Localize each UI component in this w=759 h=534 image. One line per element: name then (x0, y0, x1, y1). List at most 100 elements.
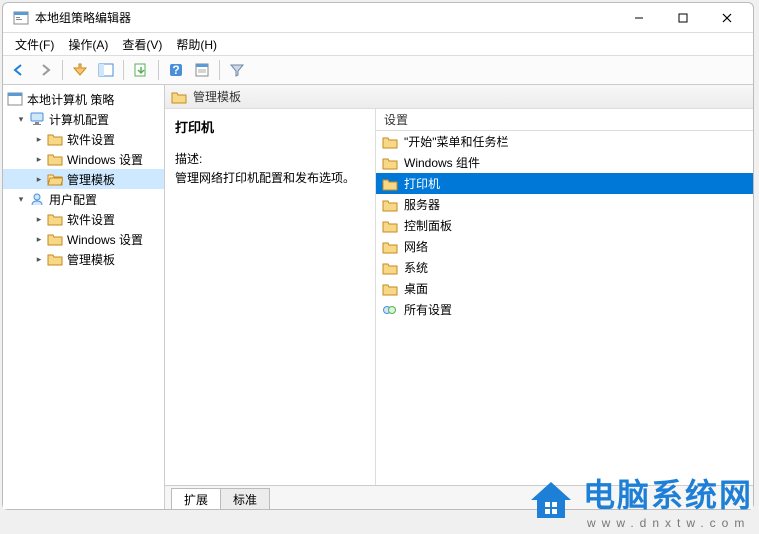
tree-label: 管理模板 (67, 171, 115, 188)
folder-icon (382, 177, 398, 191)
expand-icon[interactable]: ▸ (33, 213, 45, 225)
show-hide-tree-button[interactable] (94, 58, 118, 82)
list-item[interactable]: 打印机 (376, 173, 753, 194)
tree-user-software[interactable]: ▸ 软件设置 (3, 209, 164, 229)
tree-panel[interactable]: 本地计算机 策略 ▾ 计算机配置 ▸ 软件设置 ▸ Windows 设置 ▸ 管… (3, 85, 165, 509)
settings-list[interactable]: "开始"菜单和任务栏 Windows 组件打印机服务器控制面板网络系统桌面所有设置 (376, 131, 753, 485)
list-item-label: 打印机 (404, 175, 440, 192)
watermark-url: www.dnxtw.com (587, 516, 750, 530)
list-item[interactable]: 网络 (376, 236, 753, 257)
collapse-icon[interactable]: ▾ (15, 193, 27, 205)
menu-view[interactable]: 查看(V) (116, 34, 168, 55)
expand-icon[interactable]: ▸ (33, 153, 45, 165)
toolbar-separator (158, 60, 159, 80)
tree-label: 计算机配置 (49, 111, 109, 128)
detail-header-title: 管理模板 (193, 88, 241, 105)
svg-text:?: ? (172, 63, 179, 77)
tree-root[interactable]: 本地计算机 策略 (3, 89, 164, 109)
collapse-icon[interactable]: ▾ (15, 113, 27, 125)
minimize-button[interactable] (617, 4, 661, 32)
list-item-label: 网络 (404, 238, 428, 255)
toolbar-separator (123, 60, 124, 80)
folder-icon (47, 132, 63, 146)
menu-help[interactable]: 帮助(H) (170, 34, 223, 55)
column-header-setting[interactable]: 设置 (376, 109, 753, 131)
back-button[interactable] (7, 58, 31, 82)
bottom-tabs: 扩展 标准 (165, 485, 753, 509)
list-item[interactable]: 桌面 (376, 278, 753, 299)
detail-list-pane: 设置 "开始"菜单和任务栏 Windows 组件打印机服务器控制面板网络系统桌面所… (375, 109, 753, 485)
detail-description-pane: 打印机 描述: 管理网络打印机配置和发布选项。 (165, 109, 375, 485)
tree-user-config[interactable]: ▾ 用户配置 (3, 189, 164, 209)
tree-label: Windows 设置 (67, 231, 143, 248)
tree-label: Windows 设置 (67, 151, 143, 168)
description-text: 管理网络打印机配置和发布选项。 (175, 169, 365, 187)
tree-label: 管理模板 (67, 251, 115, 268)
window-title: 本地组策略编辑器 (35, 9, 617, 26)
folder-icon (47, 152, 63, 166)
tree-label: 用户配置 (49, 191, 97, 208)
computer-icon (29, 112, 45, 126)
help-button[interactable]: ? (164, 58, 188, 82)
up-button[interactable] (68, 58, 92, 82)
list-item[interactable]: 系统 (376, 257, 753, 278)
content-area: 本地计算机 策略 ▾ 计算机配置 ▸ 软件设置 ▸ Windows 设置 ▸ 管… (3, 85, 753, 509)
folder-icon (382, 261, 398, 275)
window-controls (617, 4, 749, 32)
expand-icon[interactable]: ▸ (33, 233, 45, 245)
close-button[interactable] (705, 4, 749, 32)
description-label: 描述: (175, 150, 365, 167)
list-item[interactable]: 控制面板 (376, 215, 753, 236)
list-item[interactable]: Windows 组件 (376, 152, 753, 173)
toolbar-separator (219, 60, 220, 80)
menu-action[interactable]: 操作(A) (62, 34, 114, 55)
list-item-label: 服务器 (404, 196, 440, 213)
menu-file[interactable]: 文件(F) (9, 34, 60, 55)
detail-header: 管理模板 (165, 85, 753, 109)
list-item-label: 控制面板 (404, 217, 452, 234)
folder-open-icon (47, 172, 63, 186)
tab-extended[interactable]: 扩展 (171, 488, 221, 509)
folder-icon (47, 252, 63, 266)
expand-icon[interactable]: ▸ (33, 173, 45, 185)
folder-icon (47, 212, 63, 226)
maximize-button[interactable] (661, 4, 705, 32)
tree-computer-windows[interactable]: ▸ Windows 设置 (3, 149, 164, 169)
list-item[interactable]: "开始"菜单和任务栏 (376, 131, 753, 152)
tree-computer-config[interactable]: ▾ 计算机配置 (3, 109, 164, 129)
list-item-label: 桌面 (404, 280, 428, 297)
folder-icon (47, 232, 63, 246)
filter-button[interactable] (225, 58, 249, 82)
expand-icon[interactable]: ▸ (33, 133, 45, 145)
app-icon (13, 10, 29, 26)
folder-icon (382, 198, 398, 212)
tree-computer-templates[interactable]: ▸ 管理模板 (3, 169, 164, 189)
tree-computer-software[interactable]: ▸ 软件设置 (3, 129, 164, 149)
titlebar: 本地组策略编辑器 (3, 3, 753, 33)
menubar: 文件(F) 操作(A) 查看(V) 帮助(H) (3, 33, 753, 55)
detail-topic: 打印机 (175, 117, 365, 136)
folder-icon (171, 90, 187, 104)
properties-button[interactable] (190, 58, 214, 82)
list-item-label: 系统 (404, 259, 428, 276)
tree-user-windows[interactable]: ▸ Windows 设置 (3, 229, 164, 249)
forward-button[interactable] (33, 58, 57, 82)
toolbar-separator (62, 60, 63, 80)
expand-icon[interactable]: ▸ (33, 253, 45, 265)
list-item[interactable]: 所有设置 (376, 299, 753, 320)
folder-icon (382, 219, 398, 233)
user-icon (29, 192, 45, 206)
tree-label: 本地计算机 策略 (27, 91, 114, 108)
list-item[interactable]: 服务器 (376, 194, 753, 215)
list-item-label: Windows 组件 (404, 154, 480, 171)
folder-icon (382, 240, 398, 254)
app-window: 本地组策略编辑器 文件(F) 操作(A) 查看(V) 帮助(H) ? (2, 2, 754, 510)
list-item-label: "开始"菜单和任务栏 (404, 133, 509, 150)
toolbar: ? (3, 55, 753, 85)
tree-user-templates[interactable]: ▸ 管理模板 (3, 249, 164, 269)
tab-standard[interactable]: 标准 (220, 488, 270, 509)
list-item-label: 所有设置 (404, 301, 452, 318)
folder-icon (382, 156, 398, 170)
export-button[interactable] (129, 58, 153, 82)
policy-icon (7, 92, 23, 106)
